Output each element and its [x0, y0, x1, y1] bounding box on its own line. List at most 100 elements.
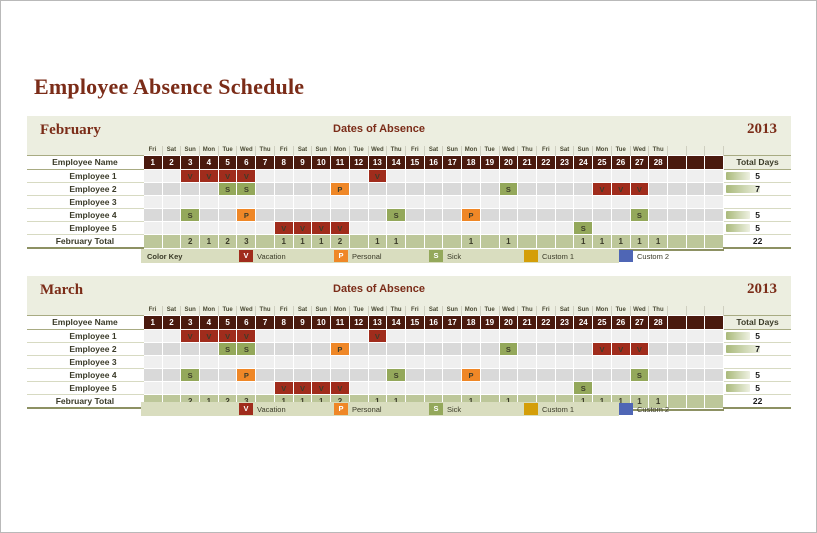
- absence-cell[interactable]: [704, 169, 725, 183]
- absence-cell[interactable]: [161, 195, 182, 209]
- absence-cell[interactable]: [479, 329, 500, 343]
- absence-cell[interactable]: [535, 221, 556, 235]
- absence-cell[interactable]: V: [629, 342, 650, 356]
- absence-cell[interactable]: [648, 169, 668, 183]
- absence-cell[interactable]: S: [180, 368, 201, 382]
- absence-cell[interactable]: [610, 208, 631, 222]
- absence-cell[interactable]: [142, 381, 163, 395]
- absence-cell[interactable]: [423, 368, 444, 382]
- absence-cell[interactable]: [423, 355, 444, 369]
- absence-cell[interactable]: [348, 381, 369, 395]
- absence-cell[interactable]: [461, 342, 481, 356]
- absence-cell[interactable]: S: [180, 208, 201, 222]
- absence-cell[interactable]: [685, 355, 706, 369]
- absence-cell[interactable]: [498, 368, 519, 382]
- absence-cell[interactable]: [704, 195, 725, 209]
- absence-cell[interactable]: V: [629, 182, 650, 196]
- absence-cell[interactable]: V: [610, 342, 631, 356]
- absence-cell[interactable]: [199, 368, 219, 382]
- absence-cell[interactable]: [442, 169, 463, 183]
- absence-cell[interactable]: V: [273, 381, 294, 395]
- absence-cell[interactable]: [554, 368, 575, 382]
- absence-cell[interactable]: [180, 342, 201, 356]
- absence-cell[interactable]: [367, 221, 388, 235]
- absence-cell[interactable]: [330, 208, 350, 222]
- absence-cell[interactable]: [386, 355, 406, 369]
- absence-cell[interactable]: V: [292, 381, 313, 395]
- absence-cell[interactable]: [517, 368, 537, 382]
- absence-cell[interactable]: V: [592, 182, 612, 196]
- absence-cell[interactable]: [479, 342, 500, 356]
- absence-cell[interactable]: [273, 169, 294, 183]
- absence-cell[interactable]: [367, 342, 388, 356]
- absence-cell[interactable]: [685, 329, 706, 343]
- absence-cell[interactable]: [161, 368, 182, 382]
- absence-cell[interactable]: [161, 182, 182, 196]
- absence-cell[interactable]: [573, 182, 594, 196]
- absence-cell[interactable]: V: [180, 169, 201, 183]
- employee-row[interactable]: Employee 2SSPSVVV7: [27, 342, 791, 356]
- absence-cell[interactable]: V: [610, 182, 631, 196]
- absence-cell[interactable]: [311, 169, 332, 183]
- absence-cell[interactable]: [592, 329, 612, 343]
- absence-cell[interactable]: [667, 368, 687, 382]
- absence-cell[interactable]: [667, 169, 687, 183]
- absence-cell[interactable]: [180, 355, 201, 369]
- absence-cell[interactable]: [442, 195, 463, 209]
- absence-cell[interactable]: [667, 208, 687, 222]
- absence-cell[interactable]: S: [573, 381, 594, 395]
- absence-cell[interactable]: [199, 195, 219, 209]
- absence-cell[interactable]: [311, 368, 332, 382]
- absence-cell[interactable]: [479, 182, 500, 196]
- absence-cell[interactable]: [629, 195, 650, 209]
- absence-cell[interactable]: [704, 221, 725, 235]
- absence-cell[interactable]: [273, 208, 294, 222]
- absence-cell[interactable]: S: [217, 342, 238, 356]
- absence-cell[interactable]: [292, 342, 313, 356]
- absence-cell[interactable]: [461, 221, 481, 235]
- absence-cell[interactable]: [292, 169, 313, 183]
- absence-cell[interactable]: [311, 355, 332, 369]
- absence-cell[interactable]: [404, 195, 425, 209]
- absence-cell[interactable]: V: [199, 329, 219, 343]
- absence-cell[interactable]: [255, 368, 275, 382]
- absence-cell[interactable]: [330, 169, 350, 183]
- absence-cell[interactable]: [704, 355, 725, 369]
- absence-cell[interactable]: [573, 329, 594, 343]
- absence-cell[interactable]: [517, 342, 537, 356]
- absence-cell[interactable]: [442, 342, 463, 356]
- absence-cell[interactable]: [386, 182, 406, 196]
- absence-cell[interactable]: [704, 182, 725, 196]
- absence-cell[interactable]: [461, 329, 481, 343]
- absence-cell[interactable]: S: [498, 182, 519, 196]
- absence-cell[interactable]: [498, 329, 519, 343]
- absence-cell[interactable]: [479, 221, 500, 235]
- absence-cell[interactable]: [273, 355, 294, 369]
- absence-cell[interactable]: [535, 169, 556, 183]
- absence-cell[interactable]: [648, 342, 668, 356]
- absence-cell[interactable]: [535, 195, 556, 209]
- absence-cell[interactable]: [161, 381, 182, 395]
- absence-cell[interactable]: [554, 355, 575, 369]
- absence-cell[interactable]: [180, 182, 201, 196]
- absence-cell[interactable]: [423, 208, 444, 222]
- absence-cell[interactable]: [142, 329, 163, 343]
- employee-row[interactable]: Employee 4 S P S P S 5: [27, 368, 791, 382]
- absence-cell[interactable]: [498, 195, 519, 209]
- absence-cell[interactable]: [610, 169, 631, 183]
- absence-cell[interactable]: [685, 221, 706, 235]
- employee-row[interactable]: Employee 1VVVVV5: [27, 169, 791, 183]
- absence-cell[interactable]: [667, 182, 687, 196]
- absence-cell[interactable]: [161, 329, 182, 343]
- absence-cell[interactable]: [161, 169, 182, 183]
- absence-cell[interactable]: [629, 355, 650, 369]
- absence-cell[interactable]: [199, 355, 219, 369]
- absence-cell[interactable]: [592, 169, 612, 183]
- absence-cell[interactable]: [423, 381, 444, 395]
- absence-cell[interactable]: [535, 208, 556, 222]
- absence-cell[interactable]: [423, 221, 444, 235]
- absence-cell[interactable]: [199, 221, 219, 235]
- absence-cell[interactable]: [255, 169, 275, 183]
- absence-cell[interactable]: [423, 195, 444, 209]
- absence-cell[interactable]: [685, 381, 706, 395]
